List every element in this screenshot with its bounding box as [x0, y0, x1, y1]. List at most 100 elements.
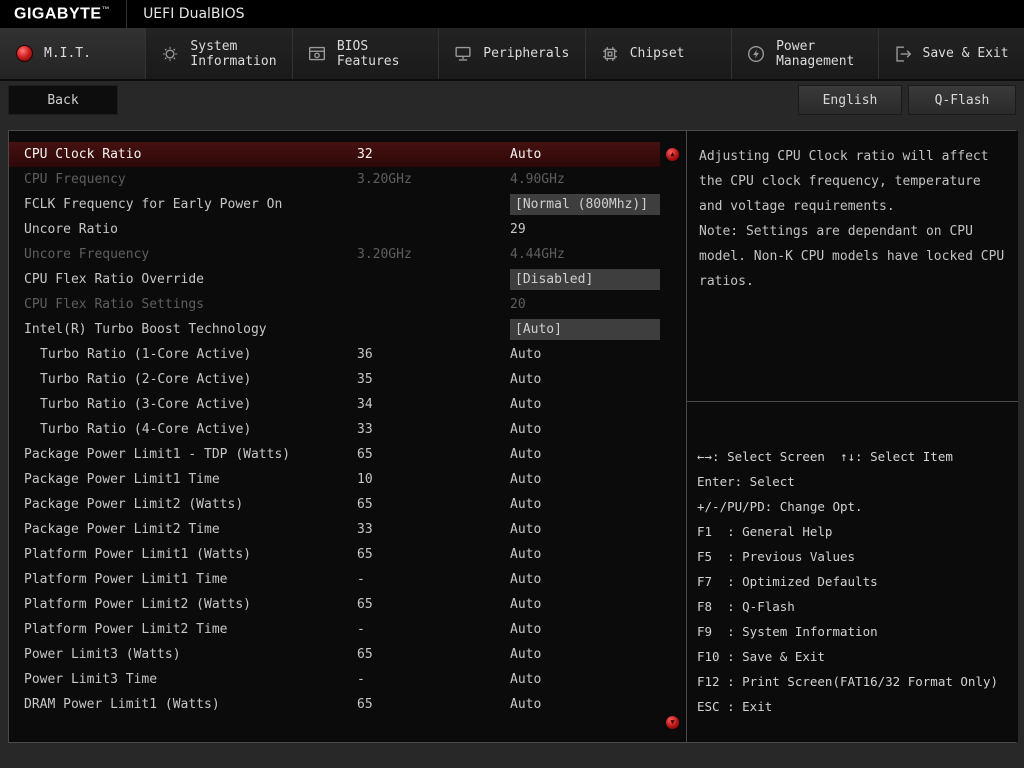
setting-option[interactable]: Auto [510, 347, 660, 362]
tab-mit[interactable]: M.I.T. [0, 28, 146, 79]
setting-row[interactable]: Turbo Ratio (2-Core Active) 35 Auto [9, 367, 660, 392]
setting-option[interactable]: 4.44GHz [510, 247, 660, 262]
trademark-symbol: ™ [102, 5, 111, 14]
setting-option[interactable]: [Auto] [510, 319, 660, 340]
language-button[interactable]: English [798, 85, 902, 115]
setting-name: Power Limit3 Time [9, 672, 357, 687]
tab-label: M.I.T. [44, 46, 91, 61]
setting-row[interactable]: Platform Power Limit2 Time - Auto [9, 617, 660, 642]
chipset-icon [599, 43, 621, 65]
scroll-down-icon[interactable]: ▼ [666, 716, 679, 729]
bios-setup-screen: GIGABYTE™ UEFI DualBIOS M.I.T. System In… [0, 0, 1024, 768]
qflash-button[interactable]: Q-Flash [908, 85, 1016, 115]
help-line: ratios. [699, 269, 1006, 294]
setting-option[interactable]: Auto [510, 147, 660, 162]
setting-row[interactable]: Package Power Limit1 Time 10 Auto [9, 467, 660, 492]
setting-row[interactable]: CPU Frequency 3.20GHz 4.90GHz [9, 167, 660, 192]
setting-option[interactable]: Auto [510, 597, 660, 612]
setting-option[interactable]: Auto [510, 372, 660, 387]
setting-name: CPU Clock Ratio [9, 147, 357, 162]
setting-row[interactable]: CPU Clock Ratio 32 Auto [9, 142, 660, 167]
setting-row[interactable]: Power Limit3 (Watts) 65 Auto [9, 642, 660, 667]
setting-current-value: 65 [357, 547, 510, 562]
tab-save-exit[interactable]: Save & Exit [879, 28, 1024, 79]
setting-name: Power Limit3 (Watts) [9, 647, 357, 662]
setting-row[interactable]: DRAM Power Limit1 (Watts) 65 Auto [9, 692, 660, 717]
setting-option[interactable]: Auto [510, 497, 660, 512]
peripherals-icon [452, 43, 474, 65]
setting-name: DRAM Power Limit1 (Watts) [9, 697, 357, 712]
tab-label: Peripherals [483, 46, 569, 61]
setting-option[interactable]: Auto [510, 397, 660, 412]
setting-current-value: 65 [357, 697, 510, 712]
tab-power-management[interactable]: Power Management [732, 28, 878, 79]
setting-option[interactable]: 20 [510, 297, 660, 312]
setting-option[interactable]: Auto [510, 547, 660, 562]
tab-label: Power Management [776, 39, 854, 69]
setting-current-value: 10 [357, 472, 510, 487]
setting-name: Turbo Ratio (2-Core Active) [9, 372, 357, 387]
setting-name: Platform Power Limit1 Time [9, 572, 357, 587]
help-line: Adjusting CPU Clock ratio will affect [699, 144, 1006, 169]
tab-peripherals[interactable]: Peripherals [439, 28, 585, 79]
tab-bios-features[interactable]: BIOS Features [293, 28, 439, 79]
hotkey-hint: F1 : General Help [697, 519, 1008, 544]
setting-option[interactable]: Auto [510, 572, 660, 587]
setting-current-value: 3.20GHz [357, 247, 510, 262]
setting-name: Turbo Ratio (3-Core Active) [9, 397, 357, 412]
tab-label: Save & Exit [923, 46, 1009, 61]
setting-name: Turbo Ratio (1-Core Active) [9, 347, 357, 362]
setting-row[interactable]: Package Power Limit1 - TDP (Watts) 65 Au… [9, 442, 660, 467]
tab-system-information[interactable]: System Information [146, 28, 292, 79]
setting-current-value: - [357, 622, 510, 637]
back-button[interactable]: Back [8, 85, 118, 115]
setting-option[interactable]: Auto [510, 422, 660, 437]
setting-option[interactable]: Auto [510, 672, 660, 687]
scroll-up-icon[interactable]: ▲ [666, 148, 679, 161]
setting-option[interactable]: Auto [510, 522, 660, 537]
hotkey-hint: F8 : Q-Flash [697, 594, 1008, 619]
setting-row[interactable]: CPU Flex Ratio Settings 20 [9, 292, 660, 317]
setting-option[interactable]: Auto [510, 697, 660, 712]
setting-row[interactable]: Package Power Limit2 Time 33 Auto [9, 517, 660, 542]
setting-row[interactable]: Platform Power Limit1 (Watts) 65 Auto [9, 542, 660, 567]
titlebar-divider [126, 0, 127, 28]
hotkey-hint: F12 : Print Screen(FAT16/32 Format Only) [697, 669, 1008, 694]
setting-row[interactable]: Uncore Frequency 3.20GHz 4.44GHz [9, 242, 660, 267]
setting-row[interactable]: Turbo Ratio (4-Core Active) 33 Auto [9, 417, 660, 442]
setting-row[interactable]: Package Power Limit2 (Watts) 65 Auto [9, 492, 660, 517]
setting-row[interactable]: Power Limit3 Time - Auto [9, 667, 660, 692]
setting-name: CPU Flex Ratio Override [9, 272, 357, 287]
setting-row[interactable]: Platform Power Limit1 Time - Auto [9, 567, 660, 592]
setting-option[interactable]: Auto [510, 647, 660, 662]
setting-row[interactable]: Turbo Ratio (1-Core Active) 36 Auto [9, 342, 660, 367]
setting-option[interactable]: [Normal (800Mhz)] [510, 194, 660, 215]
product-title: UEFI DualBIOS [143, 6, 245, 22]
tab-chipset[interactable]: Chipset [586, 28, 732, 79]
setting-row[interactable]: Platform Power Limit2 (Watts) 65 Auto [9, 592, 660, 617]
setting-option[interactable]: 29 [510, 222, 660, 237]
hotkey-hint: F7 : Optimized Defaults [697, 569, 1008, 594]
setting-option[interactable]: 4.90GHz [510, 172, 660, 187]
setting-option[interactable]: Auto [510, 447, 660, 462]
setting-option[interactable]: Auto [510, 622, 660, 637]
setting-option[interactable]: [Disabled] [510, 269, 660, 290]
setting-option[interactable]: Auto [510, 472, 660, 487]
setting-name: Package Power Limit1 Time [9, 472, 357, 487]
setting-row[interactable]: Uncore Ratio 29 [9, 217, 660, 242]
setting-row[interactable]: Intel(R) Turbo Boost Technology [Auto] [9, 317, 660, 342]
setting-name: Platform Power Limit2 Time [9, 622, 357, 637]
setting-name: Package Power Limit2 Time [9, 522, 357, 537]
setting-row[interactable]: CPU Flex Ratio Override [Disabled] [9, 267, 660, 292]
setting-current-value: 34 [357, 397, 510, 412]
setting-current-value: 65 [357, 597, 510, 612]
setting-current-value: 65 [357, 497, 510, 512]
help-line: and voltage requirements. [699, 194, 1006, 219]
hotkey-hint: ESC : Exit [697, 694, 1008, 719]
mit-icon [13, 43, 35, 65]
system-information-icon [159, 43, 181, 65]
setting-row[interactable]: Turbo Ratio (3-Core Active) 34 Auto [9, 392, 660, 417]
setting-row[interactable]: FCLK Frequency for Early Power On [Norma… [9, 192, 660, 217]
bios-features-icon [306, 43, 328, 65]
help-line: Note: Settings are dependant on CPU [699, 219, 1006, 244]
